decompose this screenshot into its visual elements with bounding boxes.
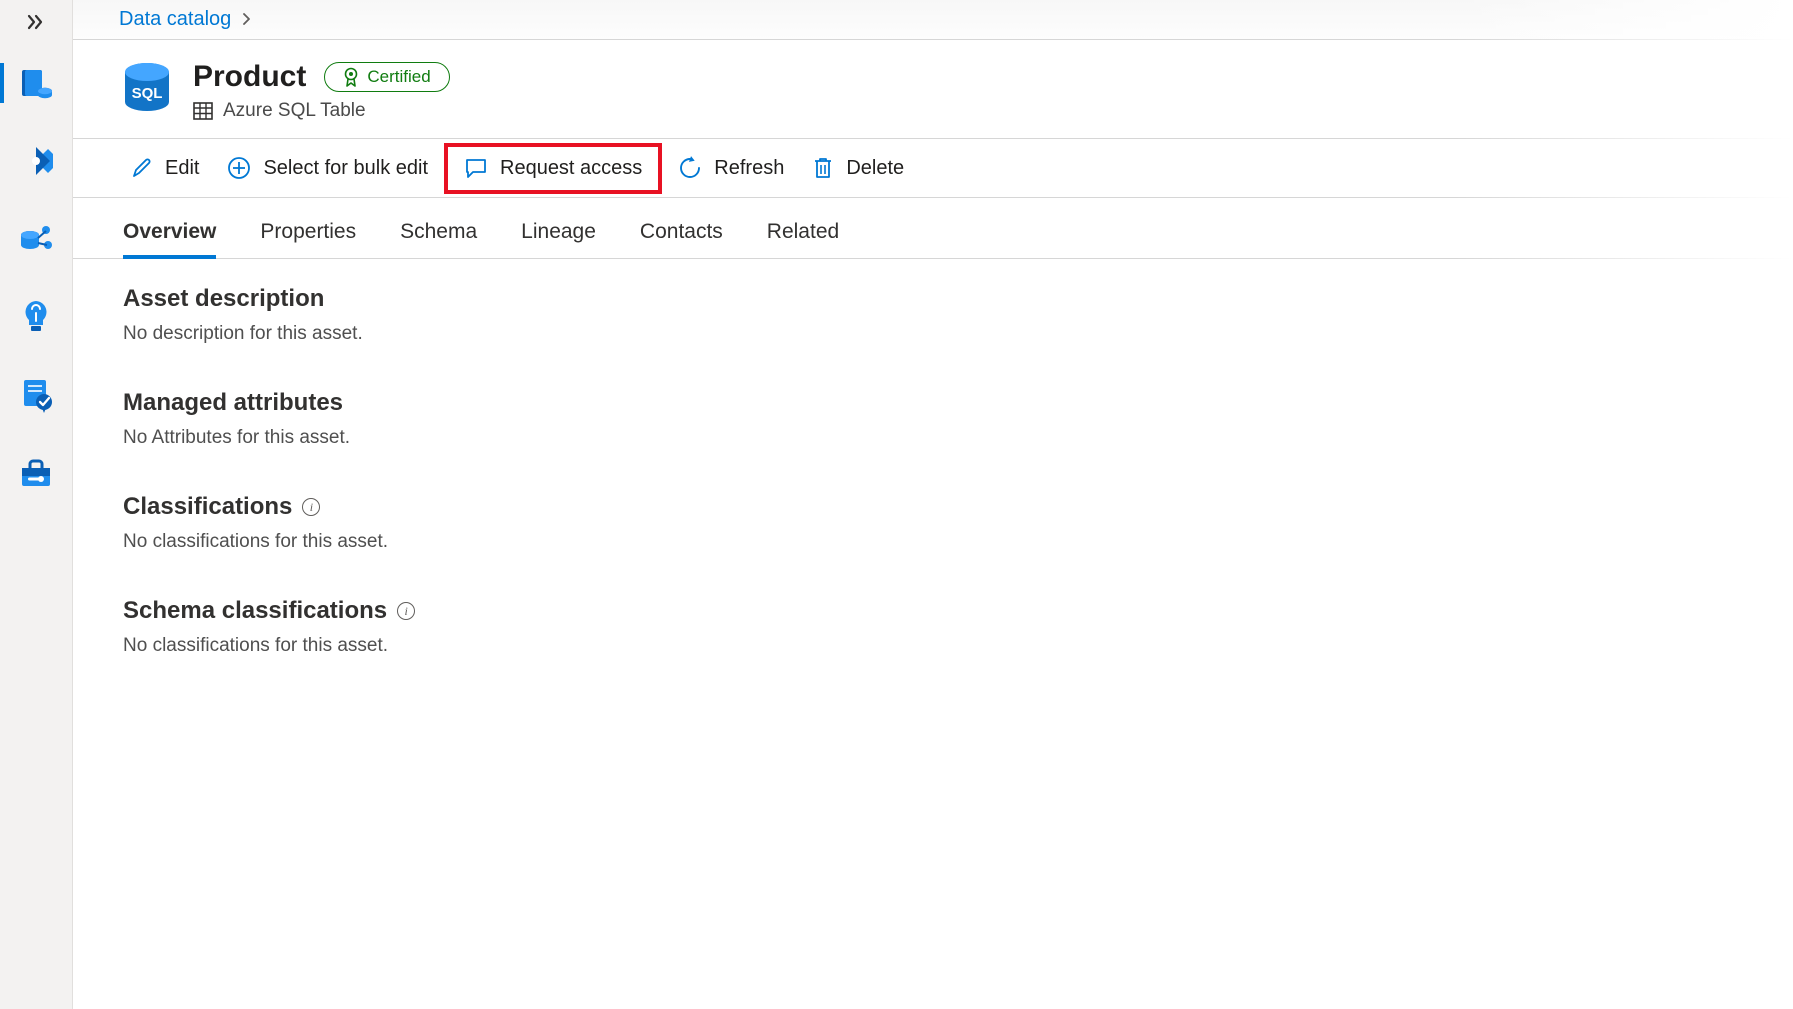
rail-data-map[interactable] — [0, 200, 72, 278]
asset-header: SQL Product Certified — [73, 40, 1793, 138]
delete-button[interactable]: Delete — [800, 146, 916, 190]
section-classifications: Classifications i No classifications for… — [123, 493, 1743, 553]
refresh-label: Refresh — [714, 157, 784, 180]
policy-icon — [20, 377, 52, 413]
toolbox-icon — [19, 457, 53, 489]
section-managed-attributes: Managed attributes No Attributes for thi… — [123, 389, 1743, 449]
data-catalog-icon — [18, 65, 54, 101]
tab-overview[interactable]: Overview — [123, 210, 216, 258]
rail-policy[interactable] — [0, 356, 72, 434]
asset-description-body: No description for this asset. — [123, 323, 1743, 345]
managed-attributes-body: No Attributes for this asset. — [123, 427, 1743, 449]
section-schema-classifications: Schema classifications i No classificati… — [123, 597, 1743, 657]
info-icon[interactable]: i — [302, 498, 320, 516]
schema-classifications-title: Schema classifications — [123, 597, 387, 625]
rail-data-catalog[interactable] — [0, 44, 72, 122]
breadcrumb-data-catalog[interactable]: Data catalog — [119, 8, 231, 31]
edit-label: Edit — [165, 157, 199, 180]
request-access-label: Request access — [500, 157, 642, 180]
comment-icon — [464, 157, 488, 179]
bulk-edit-label: Select for bulk edit — [263, 157, 428, 180]
plus-circle-icon — [227, 156, 251, 180]
asset-type-label: Azure SQL Table — [223, 100, 366, 122]
trash-icon — [812, 156, 834, 180]
classifications-title: Classifications — [123, 493, 292, 521]
svg-text:SQL: SQL — [132, 85, 163, 102]
tab-related[interactable]: Related — [767, 210, 839, 258]
chevron-right-icon — [241, 12, 253, 28]
asset-description-title: Asset description — [123, 285, 1743, 313]
overview-content: Asset description No description for thi… — [73, 259, 1793, 727]
request-access-button[interactable]: Request access — [458, 153, 648, 184]
data-share-icon — [19, 144, 53, 178]
edit-button[interactable]: Edit — [119, 147, 211, 190]
table-icon — [193, 102, 213, 120]
sql-database-icon: SQL — [119, 60, 175, 116]
certified-badge: Certified — [324, 62, 449, 92]
left-nav-rail — [0, 0, 73, 1009]
info-icon[interactable]: i — [397, 602, 415, 620]
classifications-body: No classifications for this asset. — [123, 531, 1743, 553]
rail-insights[interactable] — [0, 278, 72, 356]
bulk-edit-button[interactable]: Select for bulk edit — [215, 146, 440, 190]
tab-lineage[interactable]: Lineage — [521, 210, 596, 258]
section-asset-description: Asset description No description for thi… — [123, 285, 1743, 345]
rail-management[interactable] — [0, 434, 72, 512]
schema-classifications-body: No classifications for this asset. — [123, 635, 1743, 657]
delete-label: Delete — [846, 157, 904, 180]
tab-contacts[interactable]: Contacts — [640, 210, 723, 258]
asset-tabs: Overview Properties Schema Lineage Conta… — [73, 198, 1793, 259]
chevron-double-right-icon — [26, 12, 46, 32]
edit-icon — [131, 157, 153, 179]
request-access-highlight: Request access — [444, 143, 662, 194]
data-map-icon — [18, 221, 54, 257]
ribbon-icon — [343, 67, 359, 87]
certified-label: Certified — [367, 67, 430, 87]
refresh-button[interactable]: Refresh — [666, 146, 796, 190]
managed-attributes-title: Managed attributes — [123, 389, 1743, 417]
rail-data-share[interactable] — [0, 122, 72, 200]
rail-expand-button[interactable] — [0, 0, 72, 44]
refresh-icon — [678, 156, 702, 180]
tab-schema[interactable]: Schema — [400, 210, 477, 258]
tab-properties[interactable]: Properties — [260, 210, 356, 258]
breadcrumb-bar: Data catalog — [73, 0, 1793, 40]
lightbulb-icon — [21, 299, 51, 335]
action-toolbar: Edit Select for bulk edit Request access — [73, 138, 1793, 198]
asset-title: Product — [193, 60, 306, 94]
